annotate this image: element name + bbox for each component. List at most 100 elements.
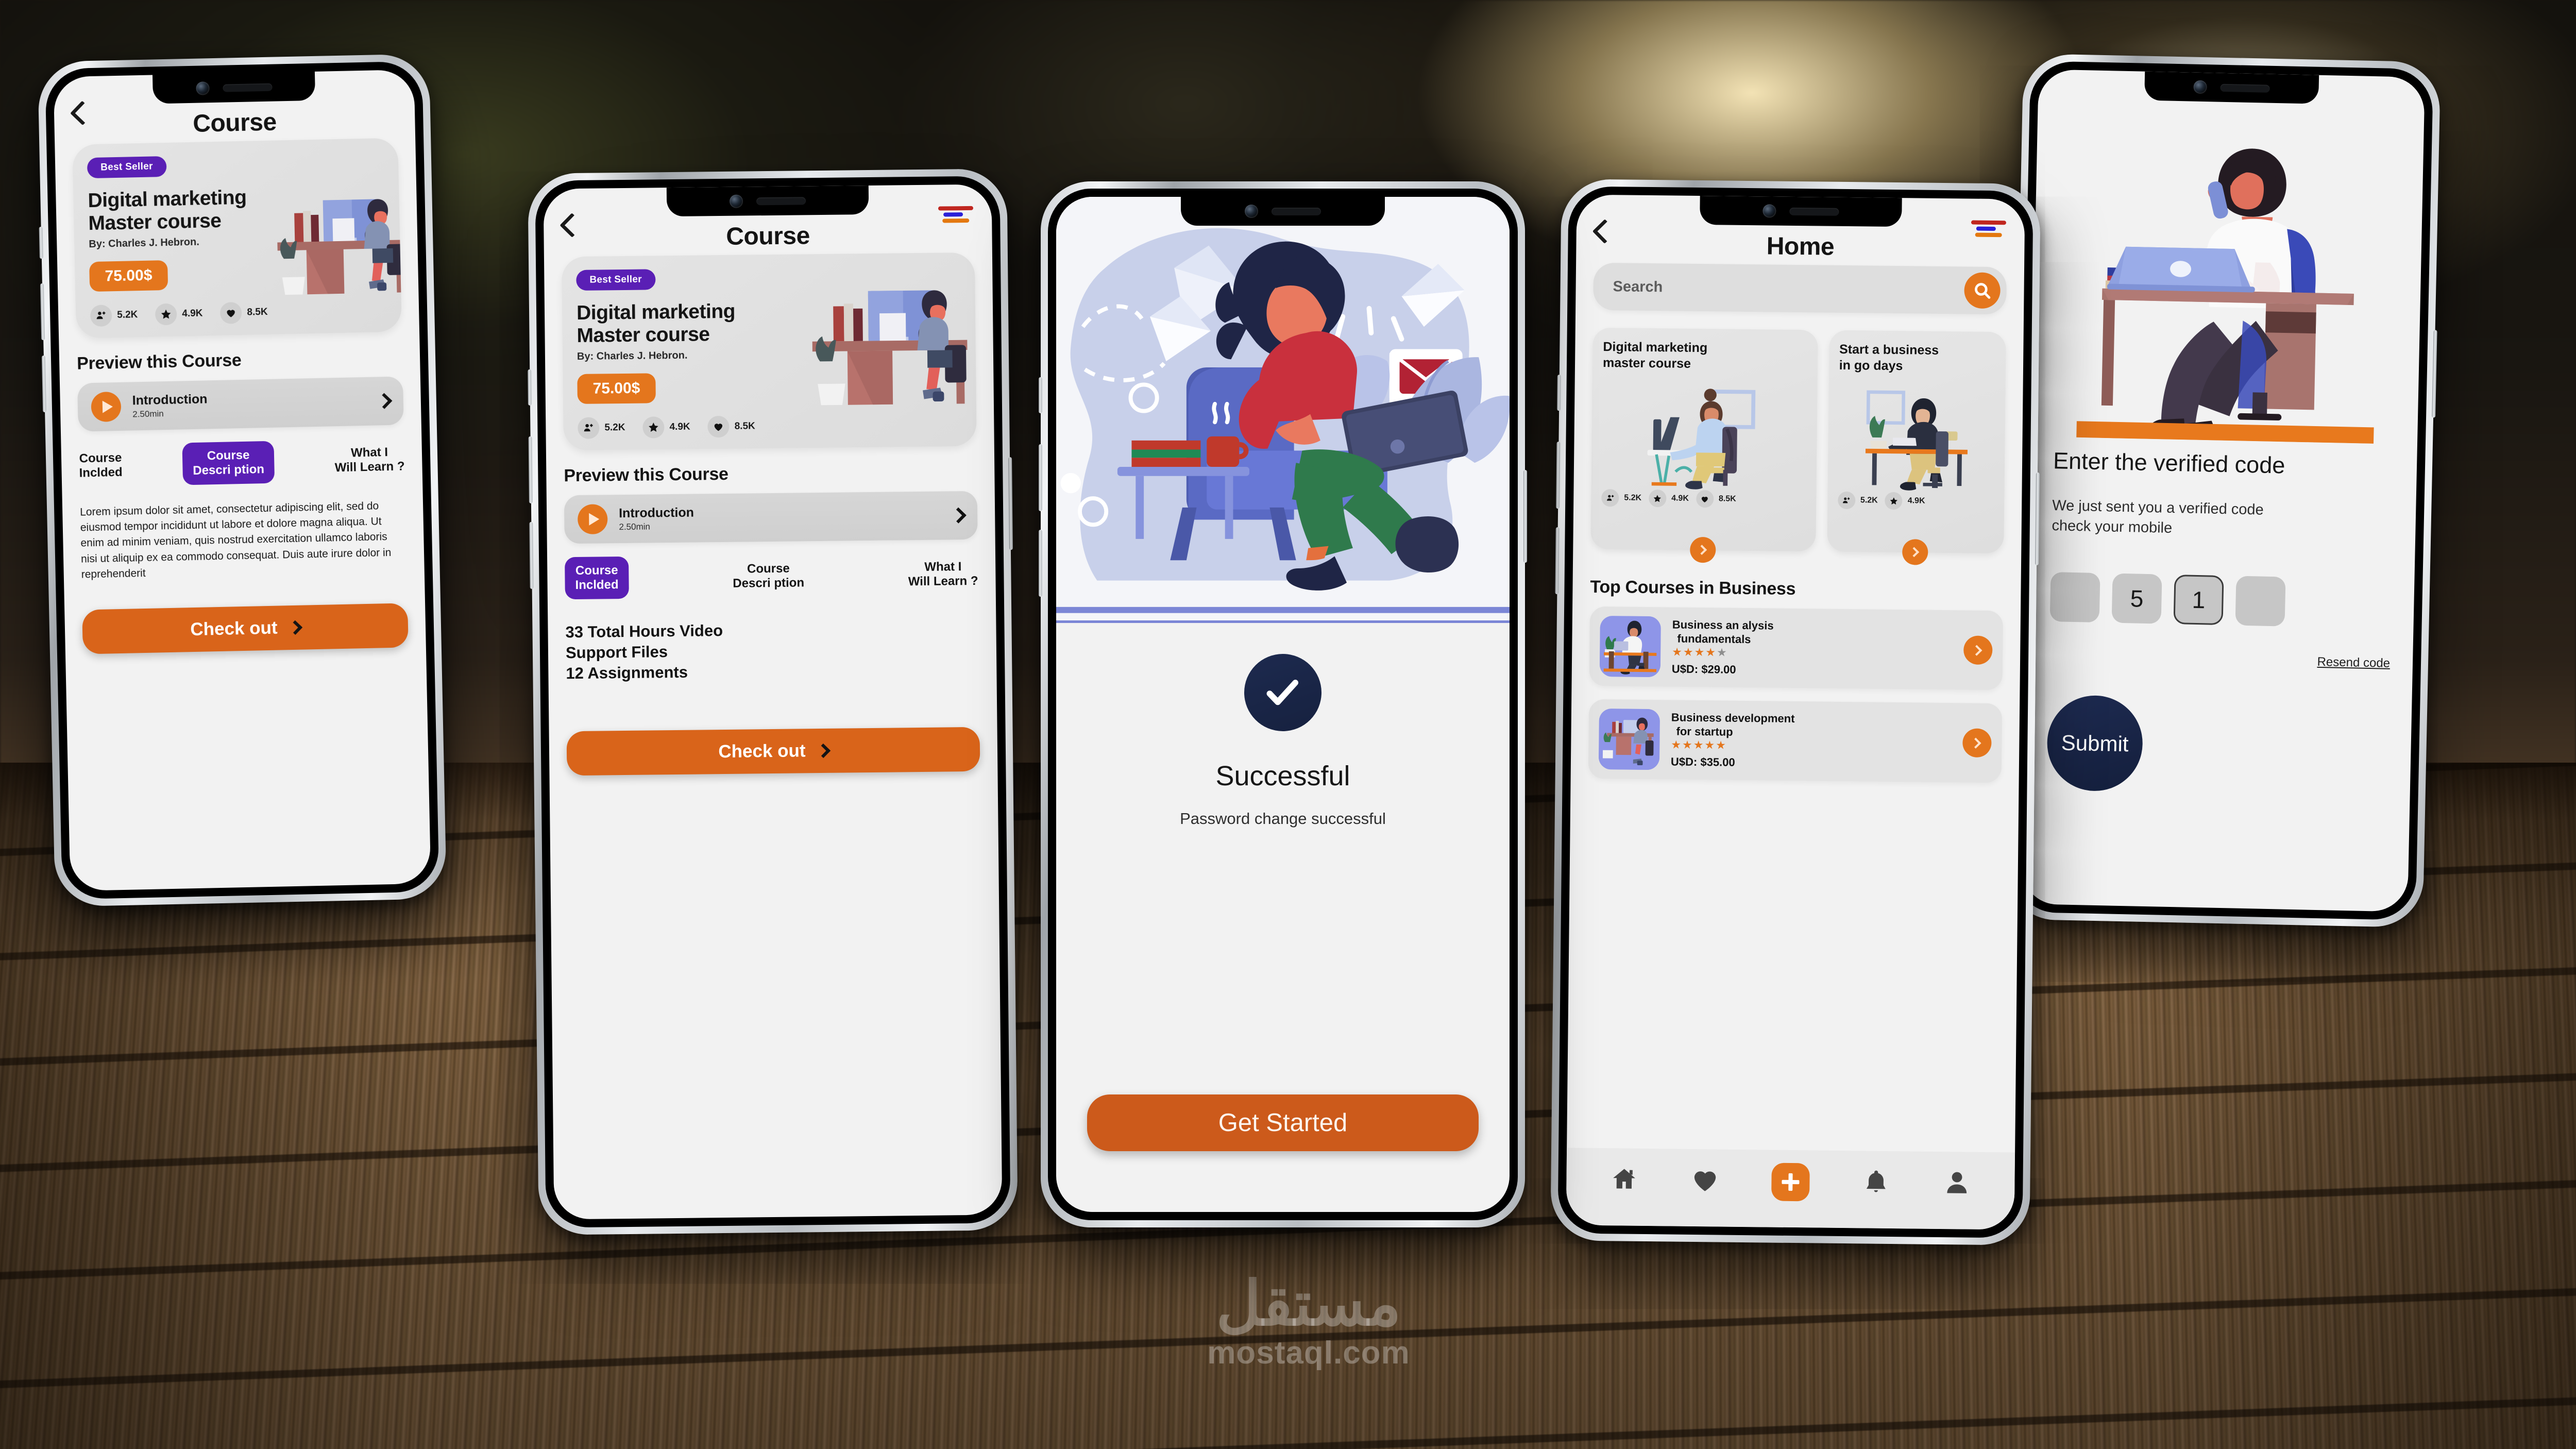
volume-down-button[interactable]: [41, 355, 47, 413]
stat-rating: 4.9K: [1648, 489, 1689, 508]
course-go-button[interactable]: [1963, 635, 1993, 665]
chevron-right-icon[interactable]: [950, 507, 967, 524]
volume-up-button[interactable]: [528, 436, 533, 503]
card-stats: 5.2K 4.9K 8.5K: [1601, 489, 1806, 509]
course-title-line1: Digital marketing: [576, 300, 736, 324]
illustration-baseline: [1056, 620, 1510, 624]
card-title-line1: Digital marketing: [1603, 340, 1708, 356]
star-icon: [642, 416, 665, 439]
silent-switch[interactable]: [1039, 377, 1042, 413]
tab-course-included[interactable]: Course Inclded: [565, 557, 629, 599]
tab-course-description[interactable]: Course Descri ption: [733, 562, 804, 591]
course-info: Business development for startup ★★★★★ U…: [1671, 711, 1952, 771]
tab-course-included[interactable]: Course Inclded: [79, 451, 123, 480]
screen-course-description: Course Best Seller Digital marketing Mas…: [53, 69, 431, 891]
course-list: Business an alysis fundamentals ★★★★★ U$…: [1588, 606, 2004, 783]
volume-down-button[interactable]: [1039, 530, 1042, 597]
course-price: U$D: $35.00: [1670, 755, 1735, 769]
silent-switch[interactable]: [1557, 375, 1561, 411]
course-go-button[interactable]: [1962, 728, 1992, 757]
phone-home: Home Search Digital marketing master cou…: [1550, 179, 2041, 1245]
course-stats: 5.2K 4.9K 8.5K: [578, 413, 962, 440]
submit-button[interactable]: Submit: [2046, 695, 2144, 792]
course-title-line2: Master course: [577, 323, 710, 347]
checkout-button[interactable]: Check out: [566, 727, 980, 776]
play-icon[interactable]: [577, 504, 608, 535]
tab-notifications[interactable]: [1862, 1168, 1890, 1199]
volume-up-button[interactable]: [1039, 444, 1042, 511]
course-description-text: Lorem ipsum dolor sit amet, consectetur …: [79, 499, 392, 581]
lesson-text: Introduction 2.50min: [132, 389, 367, 420]
volume-up-button[interactable]: [40, 283, 45, 341]
course-info: Business an alysis fundamentals ★★★★★ U$…: [1672, 618, 1953, 679]
chevron-right-icon: [1970, 737, 1981, 749]
card-go-button[interactable]: [1902, 539, 1928, 565]
power-button[interactable]: [1523, 470, 1527, 563]
featured-card-start-a-business[interactable]: Start a business in go days 5.2K 4.9K: [1826, 330, 2006, 565]
lesson-row-introduction[interactable]: Introduction 2.50min: [77, 376, 404, 432]
chevron-right-icon[interactable]: [376, 393, 393, 410]
list-item[interactable]: Business development for startup ★★★★★ U…: [1588, 699, 2003, 783]
earpiece-speaker: [1272, 207, 1321, 215]
tab-label-line1: What I: [924, 560, 962, 575]
card-go-button[interactable]: [1690, 536, 1716, 563]
course-title-line2: fundamentals: [1677, 632, 1751, 646]
stat-value: 4.9K: [1907, 496, 1925, 506]
chevron-right-icon: [1971, 645, 1982, 656]
course-hero-card[interactable]: Best Seller Digital marketing Master cou…: [72, 138, 402, 339]
search-input[interactable]: Search: [1613, 278, 1663, 296]
course-hero-card[interactable]: Best Seller Digital marketing Master cou…: [561, 252, 977, 451]
preview-section-title: Preview this Course: [76, 350, 242, 374]
otp-digit-1[interactable]: [2049, 572, 2100, 623]
course-tabs: Course Inclded Course Descri ption What …: [79, 439, 405, 487]
verify-subtext: We just sent you a verified code check y…: [2052, 496, 2393, 543]
stat-likes: 8.5K: [220, 301, 268, 325]
list-item[interactable]: Business an alysis fundamentals ★★★★★ U$…: [1589, 606, 2004, 690]
tab-add[interactable]: [1771, 1162, 1810, 1202]
tab-what-i-will-learn[interactable]: What I Will Learn ?: [334, 445, 405, 475]
brand-logo-icon: [1971, 220, 2007, 240]
phone-verify-code: Enter the verified code We just sent you…: [2005, 53, 2441, 928]
search-icon[interactable]: [1964, 272, 2001, 309]
tab-label-line1: Course: [207, 448, 250, 463]
course-price-badge: 75.00$: [577, 373, 656, 405]
rating-stars: ★★★★★: [1671, 738, 1727, 752]
course-title-line1: Digital marketing: [88, 186, 247, 212]
search-bar[interactable]: Search: [1593, 262, 2007, 315]
silent-switch[interactable]: [39, 227, 43, 259]
mockup-scene: مستقل mostaql.com Course Best Seller Dig…: [0, 0, 2576, 1449]
volume-up-button[interactable]: [1556, 442, 1561, 509]
tab-profile[interactable]: [1943, 1169, 1971, 1200]
course-thumbnail: [1599, 616, 1661, 678]
stat-rating: 4.9K: [155, 303, 203, 326]
otp-digit-4[interactable]: [2235, 576, 2286, 627]
stat-likes: 8.5K: [707, 416, 755, 438]
tab-course-description[interactable]: Course Descri ption: [182, 441, 275, 485]
tab-what-i-will-learn[interactable]: What I Will Learn ?: [908, 560, 978, 589]
volume-down-button[interactable]: [1555, 527, 1560, 595]
page-title: Course: [192, 108, 277, 138]
stat-enrolled: 5.2K: [90, 305, 138, 327]
silent-switch[interactable]: [528, 369, 532, 406]
lesson-row-introduction[interactable]: Introduction 2.50min: [564, 491, 978, 544]
tab-label-line1: Course: [747, 561, 790, 576]
course-title-line1: Business an alysis: [1672, 618, 1774, 632]
verify-subtext-line1: We just sent you a verified code: [2052, 497, 2264, 518]
person-icon: [1947, 1172, 1967, 1193]
course-title-line1: Business development: [1671, 711, 1795, 725]
tab-favorites[interactable]: [1691, 1166, 1719, 1197]
tab-label-line1: Course: [575, 563, 618, 578]
featured-card-digital-marketing[interactable]: Digital marketing master course 5.2K 4.9…: [1590, 327, 1818, 563]
checkout-button[interactable]: Check out: [82, 603, 409, 654]
chevron-right-icon: [816, 744, 831, 759]
stat-value: 8.5K: [734, 420, 755, 432]
card-title: Start a business in go days: [1839, 342, 1996, 375]
resend-code-link[interactable]: Resend code: [2049, 649, 2390, 671]
volume-down-button[interactable]: [529, 521, 534, 589]
get-started-button[interactable]: Get Started: [1087, 1094, 1479, 1151]
play-icon[interactable]: [91, 392, 122, 423]
otp-digit-2[interactable]: 5: [2111, 573, 2162, 624]
tab-home[interactable]: [1610, 1165, 1638, 1196]
otp-digit-3[interactable]: 1: [2173, 575, 2224, 626]
heart-icon: [707, 416, 730, 438]
